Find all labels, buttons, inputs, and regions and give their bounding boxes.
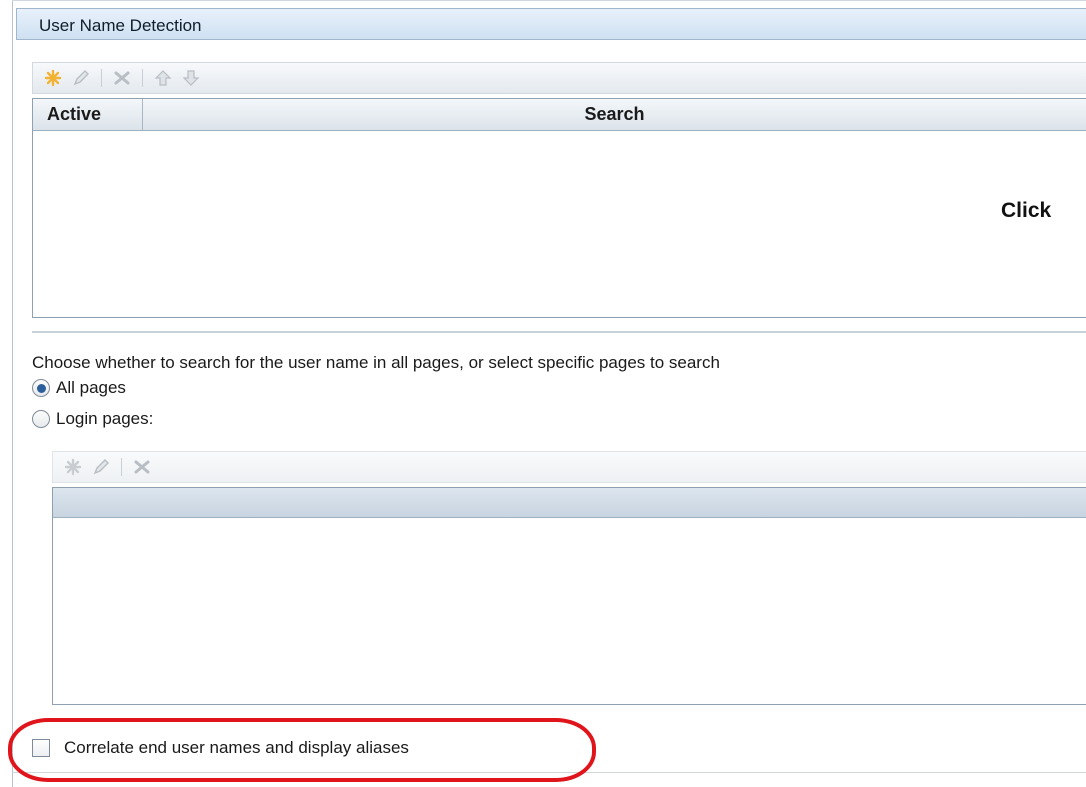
move-down-button[interactable] <box>177 65 205 91</box>
section-title: User Name Detection <box>39 16 202 35</box>
new-star-icon <box>64 458 82 476</box>
highlight-annotation <box>8 718 596 782</box>
section-divider <box>32 331 1086 333</box>
search-table-header: Active Search <box>33 99 1086 131</box>
edit-pencil-icon <box>93 459 109 475</box>
radio-dot <box>36 383 46 393</box>
section-header: User Name Detection <box>16 8 1086 40</box>
search-toolbar <box>32 62 1086 94</box>
delete-x-icon <box>134 460 150 474</box>
panel-top-border <box>12 0 1086 1</box>
radio-selected[interactable] <box>32 379 50 397</box>
move-up-arrow-icon <box>154 70 172 86</box>
login-pages-radio[interactable]: Login pages: <box>32 409 153 429</box>
new-star-icon <box>44 69 62 87</box>
login-pages-table[interactable] <box>52 487 1086 705</box>
edit-pencil-icon <box>73 70 89 86</box>
delete-x-icon <box>114 71 130 85</box>
edit-page-button[interactable] <box>87 454 115 480</box>
column-header-active[interactable]: Active <box>33 99 143 130</box>
login-pages-label: Login pages: <box>56 409 154 428</box>
delete-button[interactable] <box>108 65 136 91</box>
edit-button[interactable] <box>67 65 95 91</box>
toolbar-separator <box>101 69 102 87</box>
empty-table-hint: Click <box>1001 199 1052 222</box>
all-pages-radio[interactable]: All pages <box>32 378 126 398</box>
radio-unselected[interactable] <box>32 410 50 428</box>
panel-left-border <box>12 0 13 787</box>
move-down-arrow-icon <box>182 70 200 86</box>
new-button[interactable] <box>39 65 67 91</box>
delete-page-button[interactable] <box>128 454 156 480</box>
all-pages-label: All pages <box>56 378 126 397</box>
page-scope-prompt: Choose whether to search for the user na… <box>32 353 720 372</box>
toolbar-separator <box>142 69 143 87</box>
login-pages-toolbar <box>52 451 1086 483</box>
toolbar-separator <box>121 458 122 476</box>
login-pages-table-header <box>53 488 1086 518</box>
move-up-button[interactable] <box>149 65 177 91</box>
column-header-search[interactable]: Search <box>143 99 1086 130</box>
new-page-button[interactable] <box>59 454 87 480</box>
search-table[interactable]: Active Search Click <box>32 98 1086 318</box>
